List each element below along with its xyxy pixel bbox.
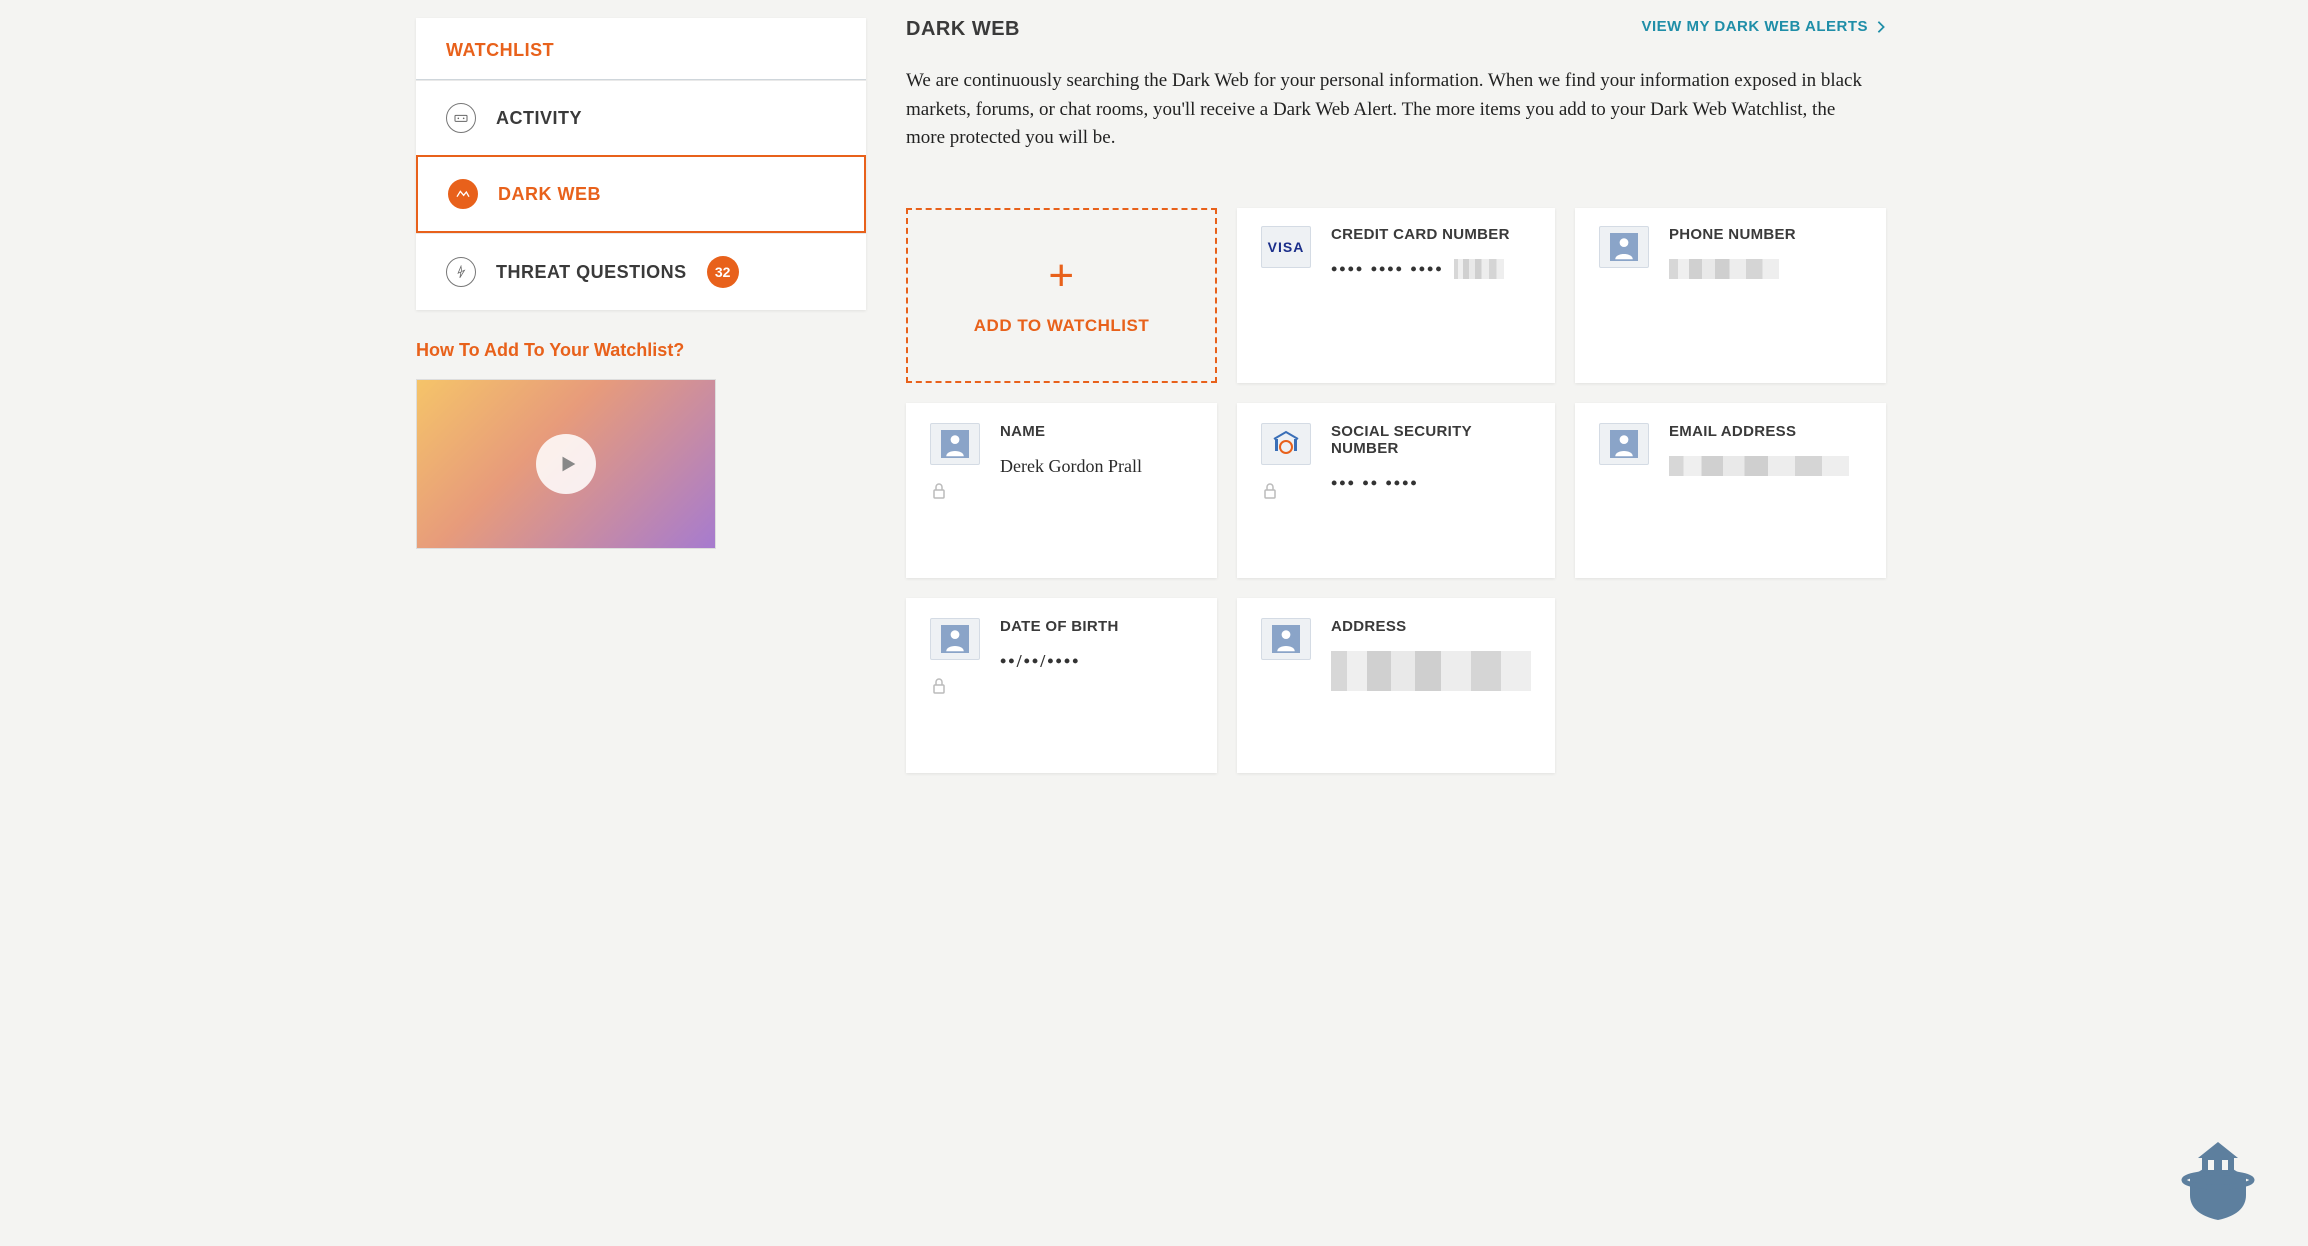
add-to-watchlist-button[interactable]: + ADD TO WATCHLIST: [906, 208, 1217, 383]
card-label: NAME: [1000, 423, 1193, 440]
nav-label: DARK WEB: [498, 184, 601, 205]
watchlist-grid: + ADD TO WATCHLIST VISA CREDIT CARD NUMB…: [906, 208, 1886, 773]
howto-video[interactable]: [416, 379, 716, 549]
card-email[interactable]: EMAIL ADDRESS: [1575, 403, 1886, 578]
page-description: We are continuously searching the Dark W…: [906, 67, 1866, 153]
card-value-masked: •••• •••• ••••: [1331, 259, 1444, 280]
card-label: EMAIL ADDRESS: [1669, 423, 1862, 440]
lock-icon: [1263, 483, 1277, 499]
redacted-value: [1669, 456, 1849, 476]
page-title: DARK WEB: [906, 18, 1020, 41]
visa-icon: VISA: [1261, 226, 1311, 268]
ssn-icon: [1261, 423, 1311, 465]
card-label: DATE OF BIRTH: [1000, 618, 1193, 635]
threat-icon: [446, 257, 476, 287]
play-icon: [536, 434, 596, 494]
brand-shield-icon: [2168, 1132, 2268, 1222]
dark-web-icon: [448, 179, 478, 209]
lock-icon: [932, 483, 946, 499]
person-icon: [1599, 226, 1649, 268]
plus-icon: +: [1048, 254, 1074, 298]
sidebar-panel: WATCHLIST ACTIVITY DARK WEB THREAT QUEST…: [416, 18, 866, 310]
lock-icon: [932, 678, 946, 694]
howto-link[interactable]: How To Add To Your Watchlist?: [416, 340, 866, 361]
card-phone[interactable]: PHONE NUMBER: [1575, 208, 1886, 383]
person-icon: [930, 618, 980, 660]
main-content: DARK WEB VIEW MY DARK WEB ALERTS We are …: [906, 18, 1886, 773]
card-name[interactable]: NAME Derek Gordon Prall: [906, 403, 1217, 578]
nav-item-activity[interactable]: ACTIVITY: [416, 80, 866, 155]
card-credit-card[interactable]: VISA CREDIT CARD NUMBER •••• •••• ••••: [1237, 208, 1555, 383]
chevron-right-icon: [1876, 20, 1886, 34]
threat-badge: 32: [707, 256, 739, 288]
nav-label: THREAT QUESTIONS: [496, 262, 687, 283]
card-value-masked: ••• •• ••••: [1331, 473, 1419, 494]
card-label: SOCIAL SECURITY NUMBER: [1331, 423, 1531, 457]
view-alerts-link[interactable]: VIEW MY DARK WEB ALERTS: [1641, 18, 1886, 35]
add-label: ADD TO WATCHLIST: [974, 316, 1149, 336]
redacted-value: [1331, 651, 1531, 691]
card-label: CREDIT CARD NUMBER: [1331, 226, 1531, 243]
card-value-masked: ••/••/••••: [1000, 651, 1080, 672]
card-value: Derek Gordon Prall: [1000, 456, 1193, 477]
nav-item-dark-web[interactable]: DARK WEB: [416, 155, 866, 233]
activity-icon: [446, 103, 476, 133]
redacted-value: [1669, 259, 1779, 279]
person-icon: [930, 423, 980, 465]
card-dob[interactable]: DATE OF BIRTH ••/••/••••: [906, 598, 1217, 773]
redacted-value: [1454, 259, 1504, 279]
sidebar-title: WATCHLIST: [416, 18, 866, 80]
person-icon: [1261, 618, 1311, 660]
nav-item-threat-questions[interactable]: THREAT QUESTIONS 32: [416, 233, 866, 310]
card-address[interactable]: ADDRESS: [1237, 598, 1555, 773]
person-icon: [1599, 423, 1649, 465]
card-label: PHONE NUMBER: [1669, 226, 1862, 243]
card-ssn[interactable]: SOCIAL SECURITY NUMBER ••• •• ••••: [1237, 403, 1555, 578]
card-label: ADDRESS: [1331, 618, 1531, 635]
nav-label: ACTIVITY: [496, 108, 582, 129]
alerts-link-label: VIEW MY DARK WEB ALERTS: [1641, 18, 1868, 35]
sidebar: WATCHLIST ACTIVITY DARK WEB THREAT QUEST…: [416, 18, 866, 773]
